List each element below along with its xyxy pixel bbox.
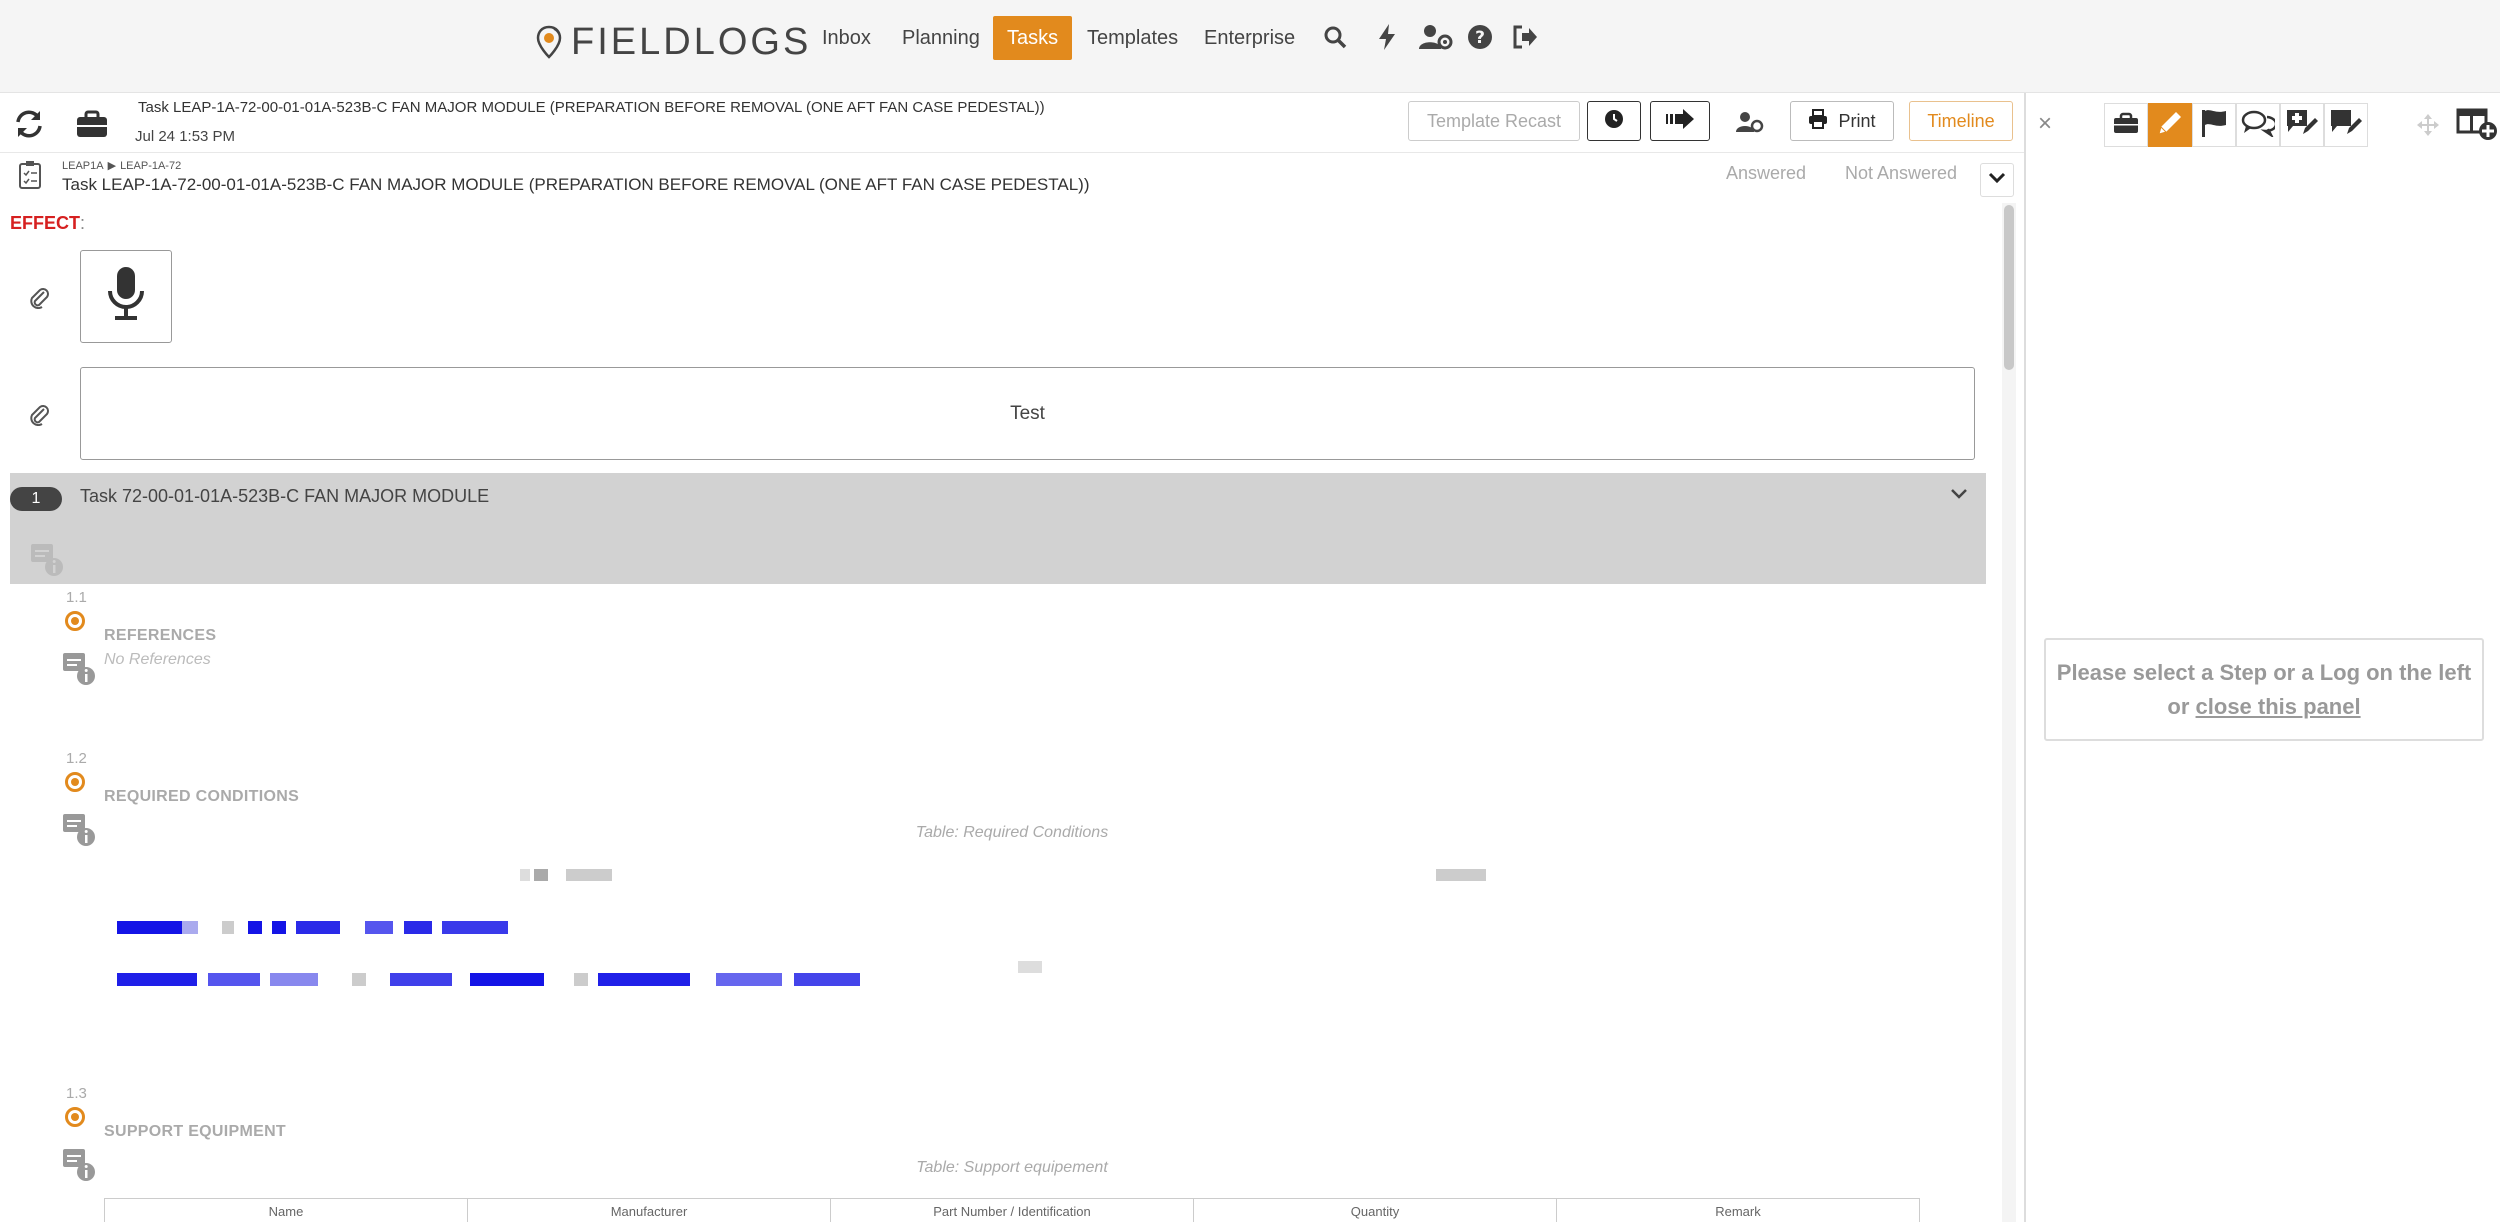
section-header[interactable]: 1 Task 72-00-01-01A-523B-C FAN MAJOR MOD… [10,473,1986,584]
table-caption: Table: Required Conditions [915,824,1109,841]
breadcrumb-separator-icon: ▶ [107,160,117,172]
filter-not-answered[interactable]: Not Answered [1845,163,1957,184]
help-icon[interactable]: ? [1465,22,1495,52]
task-subtitle: Task LEAP-1A-72-00-01-01A-523B-C FAN MAJ… [62,175,1090,194]
chevron-down-icon[interactable] [1950,487,1968,505]
breadcrumb-item[interactable]: LEAP-1A-72 [120,160,181,172]
table-caption: Table: Support equipement [916,1159,1108,1176]
step-title: SUPPORT EQUIPMENT [104,1123,287,1140]
attachment-icon[interactable] [28,285,50,310]
task-content: LEAP1A ▶ LEAP-1A-72 Task LEAP-1A-72-00-0… [0,153,2024,1222]
printer-icon [1808,108,1828,134]
comment-plus-icon [2285,108,2319,143]
attachment-icon[interactable] [28,402,50,427]
empty-panel-message: Please select a Step or a Log on the lef… [2044,638,2484,741]
forward-button[interactable] [1650,101,1710,141]
column-header: Remark [1715,1204,1761,1219]
step-status-radio[interactable] [65,611,85,631]
section-title: Task 72-00-01-01A-523B-C FAN MAJOR MODUL… [80,486,490,506]
close-icon[interactable]: × [2038,110,2052,138]
text-answer-field[interactable]: Test [80,367,1975,460]
section-number: 1 [10,487,62,511]
search-icon[interactable] [1320,22,1350,52]
step-status-radio[interactable] [65,1107,85,1127]
svg-text:?: ? [1475,28,1485,48]
step-status-radio[interactable] [65,772,85,792]
close-panel-link[interactable]: close this panel [2196,694,2361,719]
right-panel: × Please select a Step or a Log on the l… [2024,93,2500,1222]
edit-comment-tool-button[interactable] [2324,103,2368,147]
sign-out-icon[interactable] [1510,22,1540,52]
comment-info-icon[interactable] [62,652,96,691]
voice-record-button[interactable] [80,250,172,343]
briefcase-tool-button[interactable] [2104,103,2148,147]
comment-info-icon[interactable] [30,543,64,582]
task-header-bar: Task LEAP-1A-72-00-01-01A-523B-C FAN MAJ… [0,93,2024,153]
comment-edit-icon [2329,108,2363,143]
empty-panel-text: Please select a Step or a Log on the lef… [2056,660,2472,685]
support-equipment-table-header: Name Manufacturer Part Number / Identifi… [104,1198,1920,1222]
filter-answered[interactable]: Answered [1726,163,1806,184]
comments-icon [2241,109,2278,142]
task-title: Task LEAP-1A-72-00-01-01A-523B-C FAN MAJ… [138,99,1045,116]
nav-enterprise[interactable]: Enterprise [1190,16,1309,60]
pencil-icon [2155,108,2185,143]
fieldlogs-logo[interactable]: FIELDLOGS [535,20,811,64]
flag-icon [2200,108,2228,143]
step-number: 1.3 [66,1085,87,1102]
bolt-icon[interactable] [1372,22,1402,52]
user-settings-icon[interactable] [1418,22,1454,52]
chevron-down-icon [1988,171,2006,189]
location-pin-icon [536,25,562,59]
briefcase-icon [2113,112,2139,139]
task-date: Jul 24 1:53 PM [135,128,236,145]
comments-tool-button[interactable] [2236,103,2280,147]
timeline-button[interactable]: Timeline [1909,101,2013,141]
step-number: 1.1 [66,589,87,606]
effect-label: EFFECT: [10,213,86,233]
template-recast-button[interactable]: Template Recast [1408,101,1580,141]
briefcase-icon [76,110,108,143]
column-header: Part Number / Identification [831,1199,1194,1222]
arrow-forward-icon [1665,108,1695,134]
edit-tool-button[interactable] [2148,103,2192,147]
collapse-button[interactable] [1980,163,2014,197]
print-button[interactable]: Print [1790,101,1894,141]
logo-text: FIELDLOGS [571,20,812,63]
breadcrumb-item[interactable]: LEAP1A [62,160,104,172]
checklist-icon [18,161,42,194]
step-title: REQUIRED CONDITIONS [104,788,300,805]
refresh-icon[interactable] [14,109,44,144]
nav-tasks[interactable]: Tasks [993,16,1073,60]
nav-inbox[interactable]: Inbox [808,16,885,60]
move-icon[interactable] [2416,113,2440,142]
nav-planning[interactable]: Planning [888,16,994,60]
step-number: 1.2 [66,750,87,767]
nav-templates[interactable]: Templates [1073,16,1192,60]
empty-panel-or: or [2167,694,2190,719]
print-label: Print [1838,110,1876,131]
breadcrumb: LEAP1A ▶ LEAP-1A-72 [62,159,181,173]
column-header: Name [105,1199,468,1222]
column-header: Manufacturer [468,1199,831,1222]
assign-user-icon[interactable] [1736,110,1764,139]
column-header: Quantity [1194,1199,1557,1222]
flag-tool-button[interactable] [2192,103,2236,147]
clock-icon [1604,109,1624,134]
add-comment-tool-button[interactable] [2280,103,2324,147]
step-title: REFERENCES [104,627,217,644]
top-navigation: FIELDLOGS Inbox Planning Tasks Templates… [0,0,2500,93]
scrollbar-thumb[interactable] [2004,205,2014,370]
microphone-icon [106,265,146,328]
step-note: No References [104,651,211,668]
clock-button[interactable] [1587,101,1641,141]
add-panel-icon[interactable] [2456,107,2498,146]
